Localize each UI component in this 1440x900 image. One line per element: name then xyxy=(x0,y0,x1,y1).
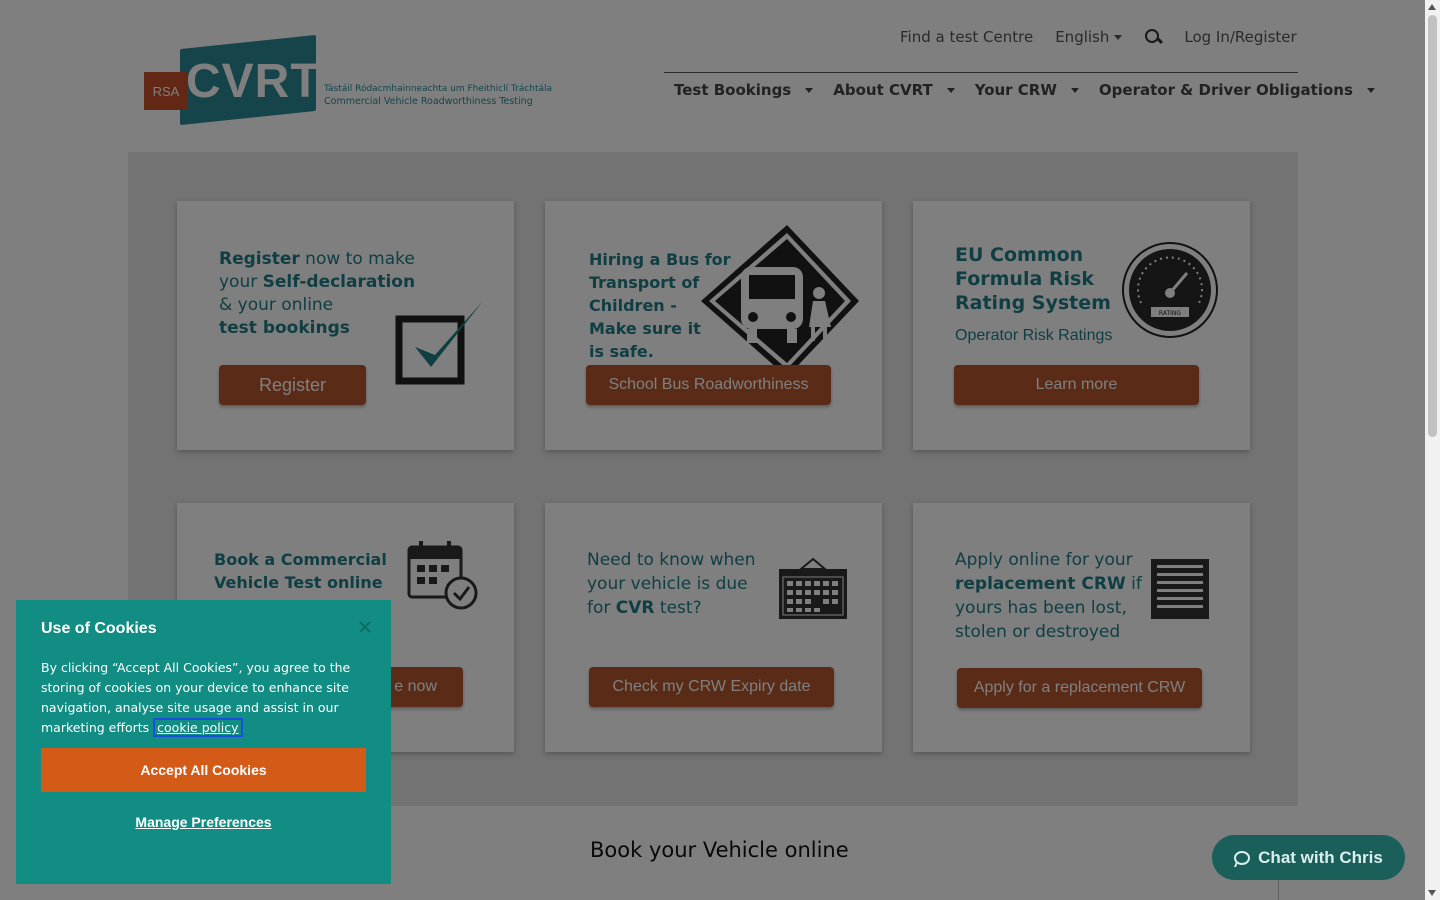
chat-label: Chat with Chris xyxy=(1258,847,1383,867)
accept-all-cookies-button[interactable]: Accept All Cookies xyxy=(41,748,366,792)
chat-bubble-icon xyxy=(1234,850,1251,865)
scroll-down-arrow-icon[interactable] xyxy=(1428,890,1436,896)
scroll-thumb[interactable] xyxy=(1428,15,1437,437)
chat-with-chris-button[interactable]: Chat with Chris xyxy=(1212,835,1405,880)
cookie-policy-link[interactable]: cookie policy xyxy=(153,718,243,737)
scroll-up-arrow-icon[interactable] xyxy=(1428,4,1436,10)
cookie-description: By clicking “Accept All Cookies”, you ag… xyxy=(41,658,361,738)
manage-preferences-link[interactable]: Manage Preferences xyxy=(41,814,366,830)
cookie-title: Use of Cookies xyxy=(41,620,157,637)
cookie-banner: Use of Cookies By clicking “Accept All C… xyxy=(16,600,391,884)
page-scrollbar[interactable] xyxy=(1425,0,1440,900)
close-icon[interactable] xyxy=(356,618,374,636)
